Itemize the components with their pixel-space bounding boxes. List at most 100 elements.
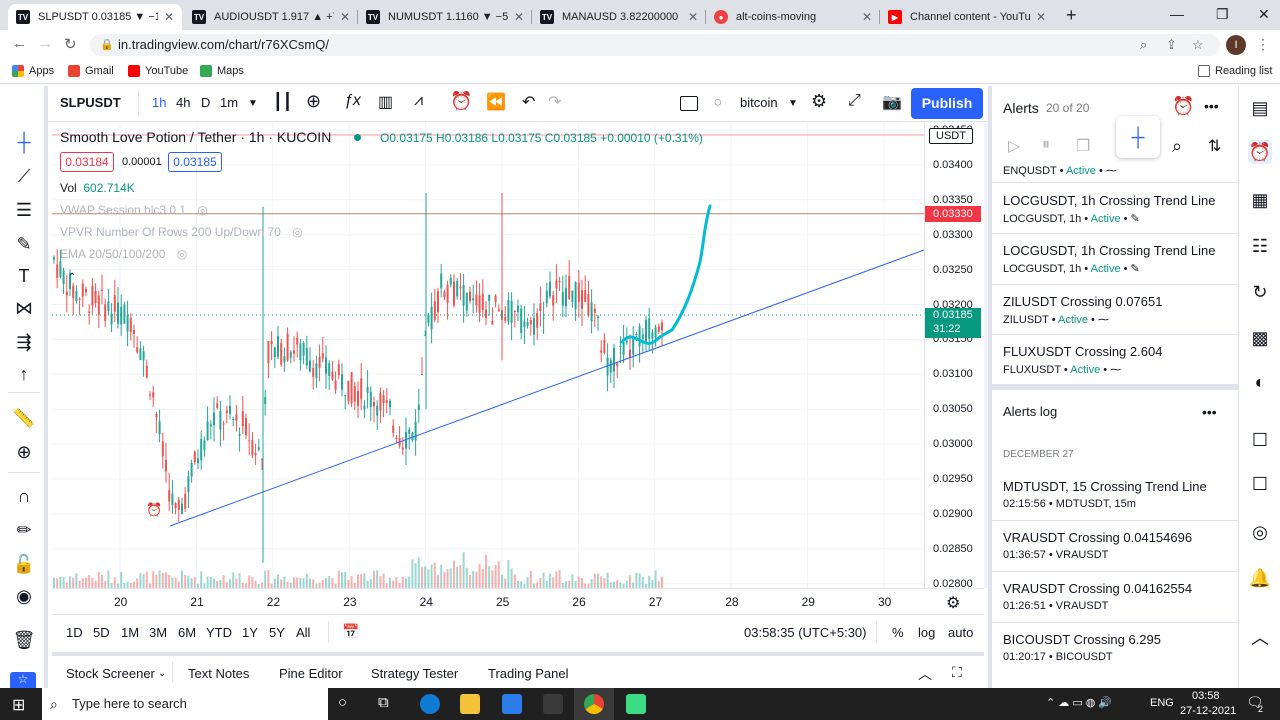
chart-pane[interactable]: Smooth Love Potion / Tether · 1h · KUCOI…: [52, 122, 924, 588]
chrome-icon[interactable]: [584, 694, 604, 714]
eye-off-icon[interactable]: ◎: [177, 247, 187, 261]
url-field[interactable]: 🔒 in.tradingview.com/chart/r76XCsmQ/ ⌕ ⇪…: [90, 34, 1220, 56]
avatar[interactable]: I: [1226, 35, 1246, 55]
star-icon[interactable]: ☆: [10, 672, 36, 688]
notifications-icon[interactable]: 🔔: [1248, 566, 1272, 590]
undo-icon[interactable]: ↶: [522, 92, 535, 112]
system-tray-icons[interactable]: ⌃ ☁ ▭ ◍ 🔊: [1046, 696, 1112, 709]
chevron-down-icon[interactable]: ▼: [788, 98, 798, 109]
alert-add-icon[interactable]: ⏰: [1172, 96, 1194, 117]
alert-item-partial[interactable]: ENQUSDT • Active • ⁓: [1003, 160, 1233, 177]
interval-d[interactable]: D: [201, 95, 210, 110]
eye-off-icon[interactable]: ◎: [197, 203, 207, 217]
log-entry[interactable]: BICOUSDT Crossing 6.295 01:20:17 • BICOU…: [1003, 632, 1233, 663]
chat-icon[interactable]: ☐: [1248, 428, 1272, 452]
range-1d[interactable]: 1D: [66, 625, 83, 640]
compare-symbol[interactable]: bitcoin: [740, 95, 778, 110]
browser-tab[interactable]: TV NUMUSDT 1.1160 ▼ −5.05% ✕: [358, 4, 532, 30]
tab-trading-panel[interactable]: Trading Panel: [488, 666, 568, 681]
back-icon[interactable]: ←: [12, 35, 27, 52]
camera-icon[interactable]: 📷: [882, 92, 902, 112]
collapse-legend-icon[interactable]: ⌃: [68, 272, 76, 283]
buy-button[interactable]: 0.03185: [168, 152, 222, 172]
price-chart[interactable]: [52, 122, 924, 588]
bookmark-apps[interactable]: Apps: [12, 65, 54, 77]
search-icon[interactable]: ⌕: [1172, 136, 1182, 157]
share-icon[interactable]: ⇪: [1166, 34, 1177, 56]
ideas-icon[interactable]: ◐: [1248, 370, 1272, 394]
brush-icon[interactable]: ✎: [12, 232, 36, 256]
mail-icon[interactable]: [502, 694, 522, 714]
chevron-down-icon[interactable]: ⌄: [158, 668, 166, 679]
indicator-vwap[interactable]: VWAP Session hlc3 0 1 ◎: [60, 203, 208, 217]
price-axis[interactable]: 0.034500.034000.033500.033000.032500.032…: [924, 122, 984, 590]
close-icon[interactable]: ✕: [340, 10, 350, 24]
browser-tab[interactable]: TV AUDIOUSDT 1.917 ▲ +7.46% ✕: [184, 4, 358, 30]
data-window-icon[interactable]: ☷: [1248, 234, 1272, 258]
text-icon[interactable]: T: [12, 264, 36, 288]
bookmark-youtube[interactable]: YouTube: [128, 65, 188, 77]
prediction-icon[interactable]: ⇶: [12, 330, 36, 354]
log-toggle[interactable]: log: [918, 625, 935, 640]
browser-tab[interactable]: TV SLPUSDT 0.03185 ▼ −1.27% ✕: [8, 4, 182, 30]
range-5y[interactable]: 5Y: [269, 625, 285, 640]
layout-icon[interactable]: [680, 96, 698, 111]
range-1m[interactable]: 1M: [121, 625, 139, 640]
app-icon[interactable]: [543, 694, 563, 714]
window-close-button[interactable]: ✕: [1258, 6, 1270, 23]
publish-button[interactable]: Publish: [911, 88, 983, 119]
compare-add-icon[interactable]: ⊕: [306, 91, 321, 112]
fib-icon[interactable]: ☰: [12, 198, 36, 222]
interval-1m[interactable]: 1m: [220, 95, 238, 110]
crosshair-popup-icon[interactable]: ┼: [1116, 116, 1160, 158]
browser-tab[interactable]: ▶ Channel content - YouTube ✕: [880, 4, 1054, 30]
arrow-up-icon[interactable]: ↑: [12, 362, 36, 386]
reading-list[interactable]: Reading list: [1198, 65, 1272, 77]
clock-display[interactable]: 03:58:35 (UTC+5:30): [744, 625, 866, 640]
watchlist-icon[interactable]: ▤: [1248, 96, 1272, 120]
lock-icon[interactable]: 🔓: [12, 552, 36, 576]
tab-pine-editor[interactable]: Pine Editor: [279, 666, 343, 681]
tab-stock-screener[interactable]: Stock Screener: [66, 666, 155, 681]
alert-item[interactable]: FLUXUSDT Crossing 2.604 FLUXUSDT • Activ…: [1003, 344, 1233, 376]
star-icon[interactable]: ☆: [1192, 34, 1204, 56]
calendar-icon[interactable]: ▩: [1248, 326, 1272, 350]
eye-off-icon[interactable]: ◎: [292, 225, 302, 239]
sell-button[interactable]: 0.03184: [60, 152, 114, 172]
minimize-button[interactable]: —: [1170, 6, 1184, 22]
candles-icon[interactable]: ┃┃: [273, 92, 292, 112]
clone-icon[interactable]: ❐: [1076, 136, 1090, 156]
streams-icon[interactable]: ☐: [1248, 472, 1272, 496]
redo-icon[interactable]: ↷: [548, 92, 561, 112]
trash-icon[interactable]: 🗑: [12, 628, 36, 652]
task-view-icon[interactable]: ⧉: [378, 694, 389, 711]
taskbar-search[interactable]: ⌕ Type here to search: [42, 688, 328, 720]
alert-clock-icon[interactable]: ⏰: [146, 502, 162, 518]
maximize-button[interactable]: ❐: [1216, 6, 1229, 23]
time-axis[interactable]: 20 21 22 23 24 25 26 27 28 29 30 ⚙: [52, 588, 984, 614]
collapse-icon[interactable]: ︿: [1248, 626, 1272, 650]
browser-tab[interactable]: TV MANAUSD 3.82200000 ▲ + ✕: [532, 4, 706, 30]
compare-icon[interactable]: ◌: [714, 94, 722, 109]
tab-strategy-tester[interactable]: Strategy Tester: [371, 666, 458, 681]
replay-icon[interactable]: ⏪: [486, 92, 506, 112]
fullscreen-icon[interactable]: ⤢: [848, 92, 861, 110]
eye-icon[interactable]: ◉: [12, 584, 36, 608]
close-icon[interactable]: ✕: [688, 10, 698, 24]
bookmark-maps[interactable]: Maps: [200, 65, 244, 77]
more-menu-icon[interactable]: ⋮: [1256, 36, 1270, 53]
percent-toggle[interactable]: %: [892, 625, 904, 640]
ruler-icon[interactable]: 📏: [12, 406, 36, 430]
range-1y[interactable]: 1Y: [242, 625, 258, 640]
symbol-search[interactable]: SLPUSDT: [60, 95, 121, 110]
log-entry[interactable]: VRAUSDT Crossing 0.04162554 01:26:51 • V…: [1003, 581, 1233, 612]
gear-icon[interactable]: ⚙: [811, 91, 827, 112]
range-ytd[interactable]: YTD: [206, 625, 232, 640]
zoom-icon[interactable]: ⌕: [1140, 34, 1147, 56]
interval-1h[interactable]: 1h: [152, 95, 166, 110]
interval-4h[interactable]: 4h: [176, 95, 190, 110]
chevron-down-icon[interactable]: ▼: [248, 98, 258, 109]
alert-item[interactable]: LOCGUSDT, 1h Crossing Trend Line LOCGUSD…: [1003, 193, 1233, 225]
file-explorer-icon[interactable]: [460, 694, 480, 714]
currency-label[interactable]: USDT: [929, 128, 973, 144]
